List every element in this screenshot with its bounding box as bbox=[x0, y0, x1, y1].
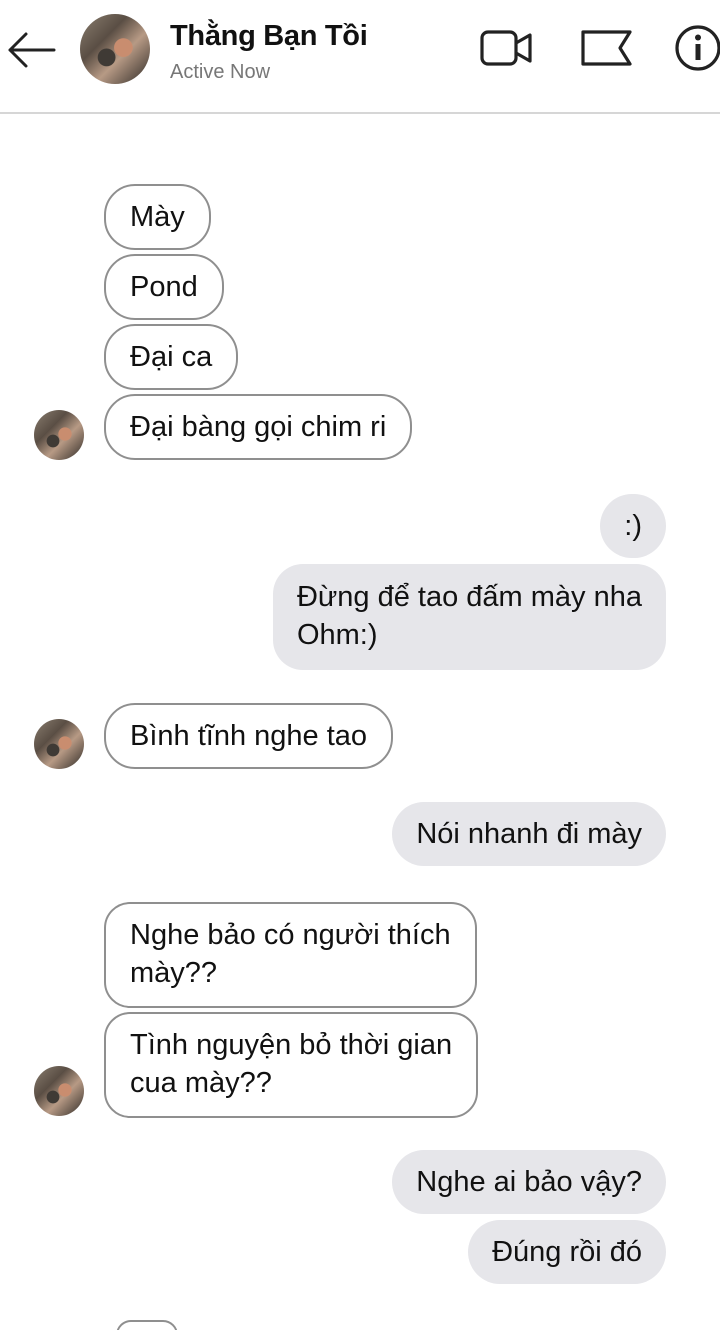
incoming-message[interactable]: Nghe bảo có người thích mày?? bbox=[104, 902, 477, 1008]
outgoing-message[interactable]: :) bbox=[600, 494, 666, 558]
outgoing-message[interactable]: Nói nhanh đi mày bbox=[392, 802, 666, 866]
outgoing-message[interactable]: Đừng để tao đấm mày nha Ohm:) bbox=[272, 564, 666, 670]
contact-avatar-small[interactable] bbox=[34, 1066, 84, 1116]
message-line: Tình nguyện bỏ thời gian bbox=[130, 1029, 453, 1061]
contact-avatar-small[interactable] bbox=[34, 410, 84, 460]
message-line: mày?? bbox=[130, 957, 218, 989]
contact-avatar[interactable] bbox=[80, 14, 150, 84]
message-line: Đừng để tao đấm mày nha bbox=[296, 581, 642, 613]
incoming-message[interactable]: Pond bbox=[104, 254, 224, 320]
message-line: Nghe bảo có người thích bbox=[130, 919, 451, 951]
incoming-message[interactable]: Tình nguyện bỏ thời gian cua mày?? bbox=[104, 1012, 479, 1118]
contact-avatar-small[interactable] bbox=[34, 719, 84, 769]
incoming-message[interactable]: Đại ca bbox=[104, 324, 239, 390]
incoming-message-partial[interactable] bbox=[116, 1320, 178, 1330]
incoming-message[interactable]: Bình tĩnh nghe tao bbox=[104, 703, 394, 769]
outgoing-message[interactable]: Đúng rồi đó bbox=[468, 1220, 666, 1284]
incoming-message[interactable]: Mày bbox=[104, 184, 211, 250]
info-icon[interactable] bbox=[674, 24, 720, 72]
contact-name[interactable]: Thằng Bạn Tồi bbox=[170, 20, 368, 53]
outgoing-message[interactable]: Nghe ai bảo vậy? bbox=[392, 1150, 666, 1214]
flag-icon[interactable] bbox=[580, 26, 634, 70]
back-arrow-icon[interactable] bbox=[4, 28, 58, 72]
active-status: Active Now bbox=[170, 61, 271, 83]
incoming-message[interactable]: Đại bàng gọi chim ri bbox=[104, 394, 413, 460]
chat-header: Thằng Bạn Tồi Active Now bbox=[0, 0, 720, 114]
message-line: Ohm:) bbox=[296, 619, 378, 651]
video-call-icon[interactable] bbox=[480, 26, 534, 70]
message-line: cua mày?? bbox=[130, 1067, 272, 1099]
